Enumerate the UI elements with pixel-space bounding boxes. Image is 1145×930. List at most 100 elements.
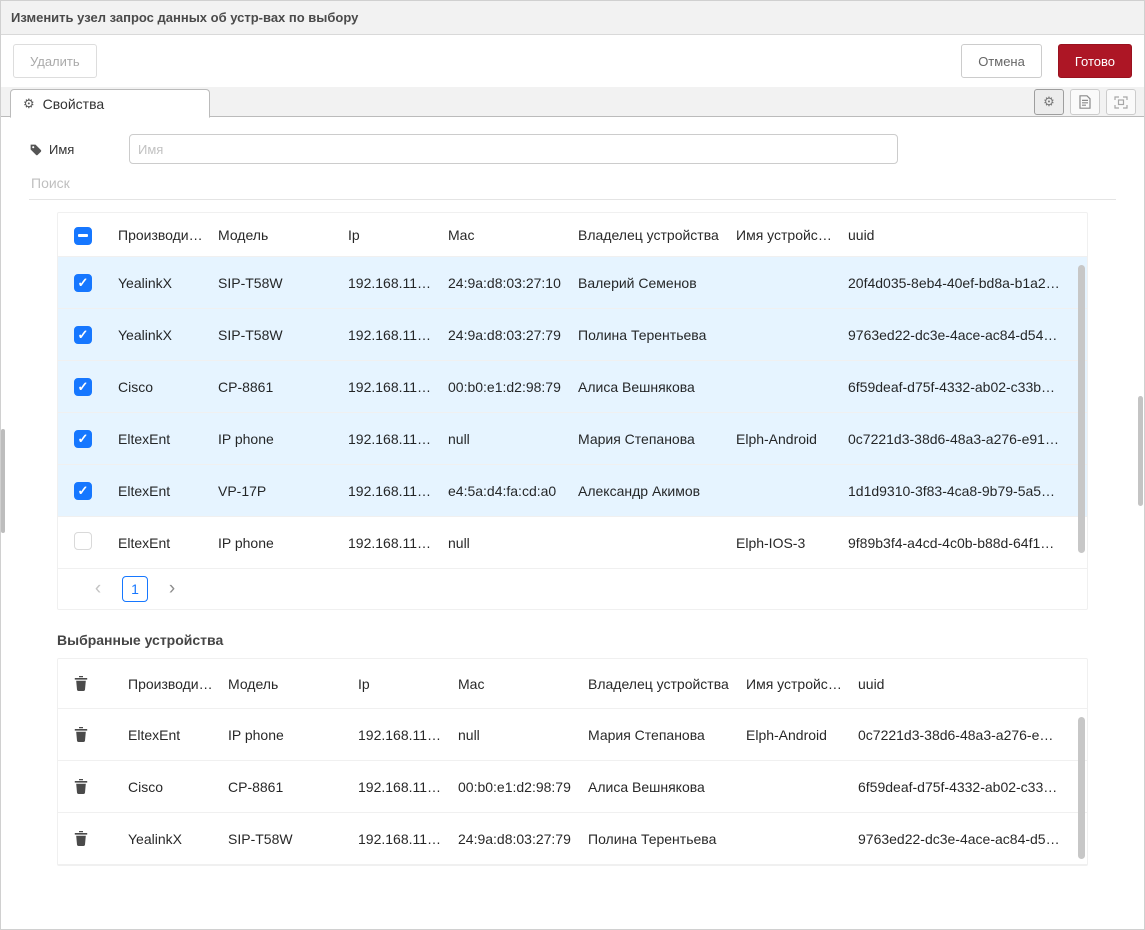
row-select-cell [58,378,118,396]
table-row: YealinkXSIP-T58W192.168.11…24:9a:d8:03:2… [58,309,1087,361]
name-label-group: Имя [29,142,129,157]
tool-properties-button[interactable]: ⚙ [1034,89,1064,115]
devices-table-card: Производит… Модель Ip Mac Владелец устро… [57,212,1088,610]
tab-properties[interactable]: ⚙ Свойства [10,89,210,118]
row-delete-cell [58,727,128,742]
cell-model: CP-8861 [228,779,358,795]
dialog-toolbar: Удалить Отмена Готово [1,35,1144,87]
column-header-ip: Ip [348,227,448,243]
document-icon [1079,95,1091,109]
cell-owner: Алиса Вешнякова [588,779,746,795]
cell-manufacturer: YealinkX [118,327,218,343]
pagination: ‹ 1 › [58,569,1087,609]
cell-model: SIP-T58W [228,831,358,847]
row-select-cell [58,482,118,500]
search-input[interactable] [29,167,1116,200]
cell-uuid: 6f59deaf-d75f-4332-ab02-c33ba3f94e33 [858,779,1087,795]
column-header-manufacturer: Производит… [118,227,218,243]
cell-ip: 192.168.11… [348,327,448,343]
cell-mac: null [458,727,588,743]
cancel-button[interactable]: Отмена [961,44,1042,78]
row-delete-cell [58,779,128,794]
tool-description-button[interactable] [1070,89,1100,115]
table-row: CiscoCP-8861192.168.11…00:b0:e1:d2:98:79… [58,361,1087,413]
cell-device_name: Elph-IOS-3 [736,535,848,551]
row-delete-button[interactable] [74,727,88,742]
dialog-title: Изменить узел запрос данных об устр-вах … [11,10,358,25]
column-header-device-name: Имя устройства [736,227,848,243]
tag-icon [29,143,42,156]
column-header-ip: Ip [358,676,458,692]
gear-icon: ⚙ [1043,94,1055,110]
left-edge-scrollbar[interactable] [1,429,5,533]
row-select-cell [58,274,118,292]
name-row: Имя [29,133,1116,165]
checkbox-checked-icon[interactable] [74,482,92,500]
devices-table-scrollbar[interactable] [1078,265,1085,553]
checkbox-unchecked-icon[interactable] [74,532,92,550]
selected-devices-card: Производит… Модель Ip Mac Владелец устро… [57,658,1088,866]
checkbox-checked-icon[interactable] [74,430,92,448]
row-delete-button[interactable] [74,831,88,846]
table-row: YealinkXSIP-T58W192.168.11…24:9a:d8:03:2… [58,257,1087,309]
tab-tools: ⚙ [1034,89,1136,115]
cell-mac: 00:b0:e1:d2:98:79 [458,779,588,795]
cell-manufacturer: EltexEnt [118,431,218,447]
cell-model: IP phone [218,431,348,447]
cell-ip: 192.168.11… [358,727,458,743]
page-1-button[interactable]: 1 [122,576,148,602]
table-row: YealinkXSIP-T58W192.168.11…24:9a:d8:03:2… [58,813,1087,865]
cell-manufacturer: Cisco [128,779,228,795]
tool-appearance-button[interactable] [1106,89,1136,115]
column-header-model: Модель [228,676,358,692]
cell-manufacturer: YealinkX [118,275,218,291]
trash-icon [74,676,88,691]
selected-devices-title: Выбранные устройства [57,632,1088,648]
cell-device_name: Elph-Android [746,727,858,743]
prev-page-button[interactable]: ‹ [86,577,110,601]
selected-devices-body: EltexEntIP phone192.168.11…nullМария Сте… [58,709,1087,865]
cell-owner: Мария Степанова [588,727,746,743]
right-edge-scrollbar[interactable] [1138,396,1143,506]
column-header-uuid: uuid [858,676,1087,692]
tab-properties-label: Свойства [43,96,104,112]
checkbox-checked-icon[interactable] [74,274,92,292]
column-header-owner: Владелец устройства [588,676,746,692]
selected-devices-scrollbar[interactable] [1078,717,1085,859]
column-header-owner: Владелец устройства [578,227,736,243]
table-row: EltexEntIP phone192.168.11…nullМария Сте… [58,413,1087,465]
cell-mac: null [448,535,578,551]
cell-uuid: 6f59deaf-d75f-4332-ab02-c33ba3f94e33 [848,379,1087,395]
column-header-device-name: Имя устройства [746,676,858,692]
done-button[interactable]: Готово [1058,44,1132,78]
cell-uuid: 9763ed22-dc3e-4ace-ac84-d54d1616824f [848,327,1087,343]
next-page-button[interactable]: › [160,577,184,601]
devices-table-body: YealinkXSIP-T58W192.168.11…24:9a:d8:03:2… [58,257,1087,569]
name-input[interactable] [129,134,898,164]
checkbox-checked-icon[interactable] [74,326,92,344]
cell-owner: Александр Акимов [578,483,736,499]
cell-ip: 192.168.11… [348,275,448,291]
cell-mac: e4:5a:d4:fa:cd:a0 [448,483,578,499]
delete-node-button[interactable]: Удалить [13,44,97,78]
delete-all-cell [58,676,128,691]
column-header-mac: Mac [458,676,588,692]
row-delete-button[interactable] [74,779,88,794]
cell-manufacturer: EltexEnt [118,535,218,551]
cell-ip: 192.168.11… [358,831,458,847]
cell-model: CP-8861 [218,379,348,395]
row-select-cell [58,326,118,344]
trash-icon [74,831,88,846]
column-header-manufacturer: Производит… [128,676,228,692]
cell-uuid: 9763ed22-dc3e-4ace-ac84-d54d1616824f [858,831,1087,847]
row-select-cell [58,532,118,553]
cell-model: SIP-T58W [218,327,348,343]
cell-mac: null [448,431,578,447]
delete-all-button[interactable] [74,676,88,691]
select-all-checkbox[interactable] [74,227,92,245]
properties-form: Имя Производит… Модель Ip Mac Владелец у… [1,117,1144,866]
checkbox-checked-icon[interactable] [74,378,92,396]
trash-icon [74,727,88,742]
cell-device_name: Elph-Android [736,431,848,447]
cell-mac: 24:9a:d8:03:27:79 [448,327,578,343]
